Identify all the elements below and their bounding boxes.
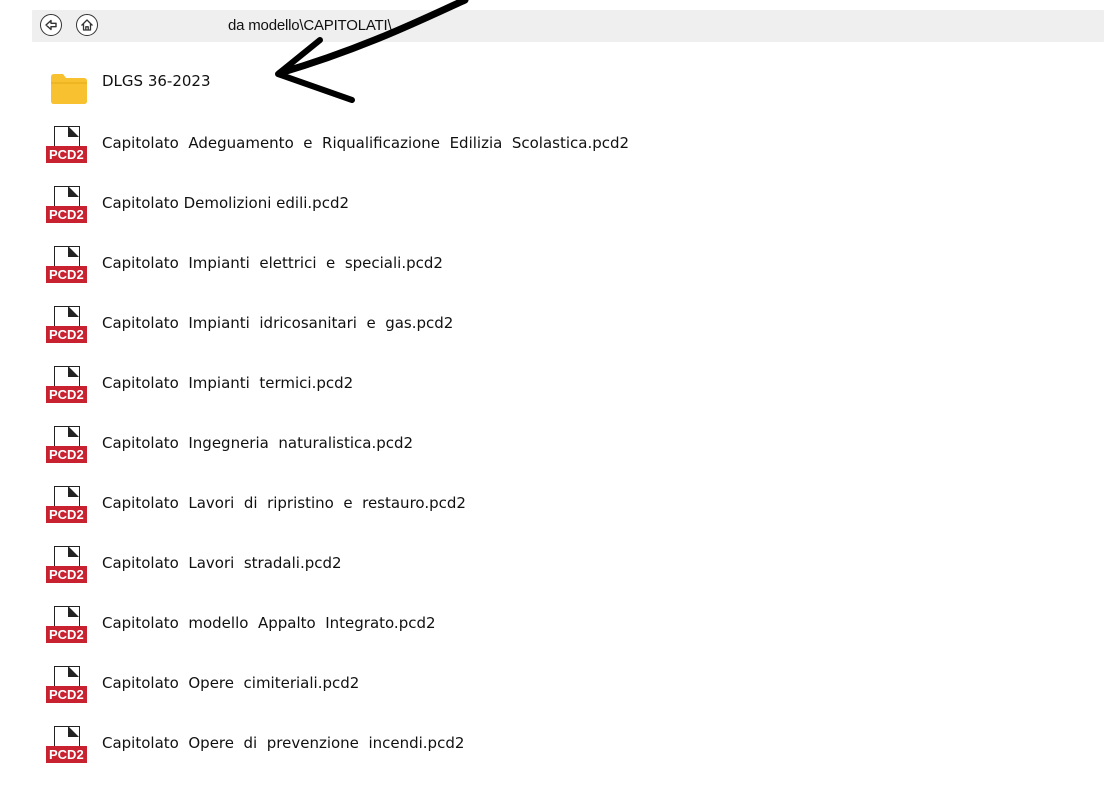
pcd2-file-icon: PCD2 — [44, 544, 92, 588]
pcd2-file-icon: PCD2 — [44, 484, 92, 528]
file-name: Capitolato Lavori stradali.pcd2 — [102, 554, 342, 572]
file-row[interactable]: PCD2 Capitolato Impianti termici.pcd2 — [44, 364, 944, 408]
file-name: Capitolato Adeguamento e Riqualificazion… — [102, 134, 630, 152]
file-type-badge: PCD2 — [46, 746, 87, 763]
file-name: Capitolato Lavori di ripristino e restau… — [102, 494, 466, 512]
current-path: da modello\CAPITOLATI\ — [228, 17, 392, 34]
pcd2-file-icon: PCD2 — [44, 244, 92, 288]
file-name: Capitolato Opere cimiteriali.pcd2 — [102, 674, 360, 692]
pcd2-file-icon: PCD2 — [44, 304, 92, 348]
pcd2-file-icon: PCD2 — [44, 424, 92, 468]
file-row[interactable]: PCD2 Capitolato Lavori stradali.pcd2 — [44, 544, 944, 588]
folder-icon — [51, 74, 87, 104]
file-row[interactable]: PCD2 Capitolato Adeguamento e Riqualifica… — [44, 124, 944, 168]
home-button[interactable] — [76, 14, 98, 36]
pcd2-file-icon: PCD2 — [44, 604, 92, 648]
file-type-badge: PCD2 — [46, 566, 87, 583]
file-type-badge: PCD2 — [46, 386, 87, 403]
file-type-badge: PCD2 — [46, 206, 87, 223]
file-row[interactable]: PCD2 Capitolato Impianti elettrici e spec… — [44, 244, 944, 288]
pcd2-file-icon: PCD2 — [44, 364, 92, 408]
file-name: Capitolato Impianti termici.pcd2 — [102, 374, 354, 392]
file-type-badge: PCD2 — [46, 446, 87, 463]
file-row[interactable]: PCD2 Capitolato Lavori di ripristino e re… — [44, 484, 944, 528]
file-name: Capitolato Ingegneria naturalistica.pcd2 — [102, 434, 414, 452]
file-type-badge: PCD2 — [46, 266, 87, 283]
file-type-badge: PCD2 — [46, 506, 87, 523]
back-button[interactable] — [40, 14, 62, 36]
path-bar[interactable] — [32, 10, 1104, 42]
pcd2-file-icon: PCD2 — [44, 724, 92, 768]
arrow-left-icon — [45, 19, 57, 31]
file-row[interactable]: PCD2 Capitolato Opere cimiteriali.pcd2 — [44, 664, 944, 708]
home-icon — [81, 19, 93, 31]
file-name: Capitolato Impianti elettrici e speciali… — [102, 254, 443, 272]
file-type-badge: PCD2 — [46, 146, 87, 163]
file-row[interactable]: PCD2 Capitolato Impianti idricosanitari e… — [44, 304, 944, 348]
toolbar: da modello\CAPITOLATI\ — [0, 0, 1111, 50]
file-name: Capitolato Impianti idricosanitari e gas… — [102, 314, 454, 332]
file-type-badge: PCD2 — [46, 326, 87, 343]
pcd2-file-icon: PCD2 — [44, 184, 92, 228]
file-name: Capitolato Demolizioni edili.pcd2 — [102, 194, 350, 212]
folder-row[interactable]: DLGS 36-2023 — [44, 64, 944, 108]
file-type-badge: PCD2 — [46, 626, 87, 643]
file-row[interactable]: PCD2 Capitolato modello Appalto Integrato… — [44, 604, 944, 648]
file-row[interactable]: PCD2 Capitolato Opere di prevenzione ince… — [44, 724, 944, 768]
folder-label: DLGS 36-2023 — [102, 72, 211, 90]
file-name: Capitolato Opere di prevenzione incendi.… — [102, 734, 465, 752]
file-row[interactable]: PCD2 Capitolato Ingegneria naturalistica.… — [44, 424, 944, 468]
file-type-badge: PCD2 — [46, 686, 87, 703]
file-name: Capitolato modello Appalto Integrato.pcd… — [102, 614, 436, 632]
file-row[interactable]: PCD2 Capitolato Demolizioni edili.pcd2 — [44, 184, 944, 228]
pcd2-file-icon: PCD2 — [44, 124, 92, 168]
pcd2-file-icon: PCD2 — [44, 664, 92, 708]
